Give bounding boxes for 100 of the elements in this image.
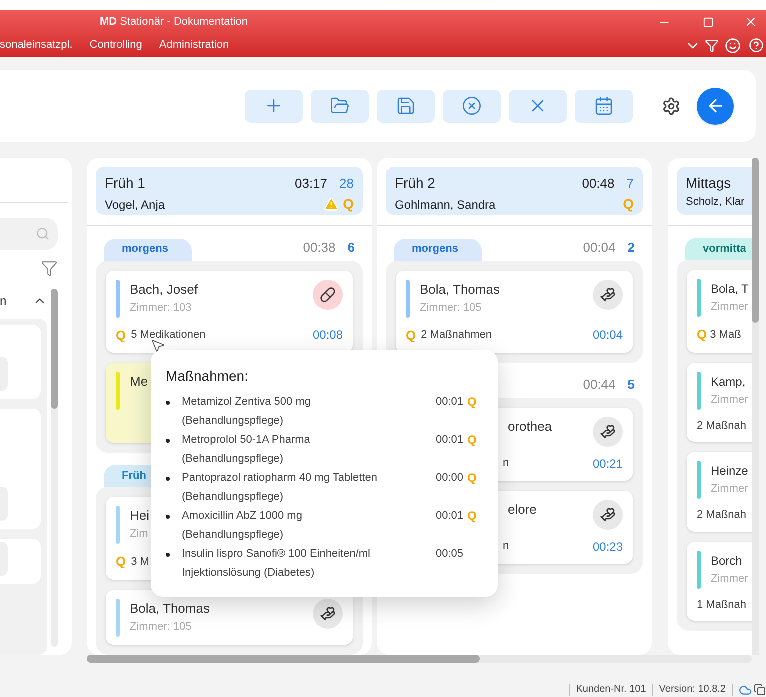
menu-item[interactable]: sonaleinsatzpl. xyxy=(0,37,73,54)
measure-time: 00:01 xyxy=(436,433,464,448)
patient-name: orothea xyxy=(508,418,552,436)
vertical-scrollbar[interactable] xyxy=(752,158,759,655)
patient-name: Bola, Thomas xyxy=(420,280,500,298)
patient-name: Bach, Josef xyxy=(130,280,198,298)
shift-title: Früh 1 xyxy=(105,174,146,193)
measure-text: Insulin lispro Sanofi® 100 Einheiten/ml Injektionslösung (Diabetes) xyxy=(182,547,372,581)
measure-summary: 2 Maßnahmen xyxy=(421,328,492,343)
measure-summary: n xyxy=(503,539,510,554)
patient-name: elore xyxy=(508,500,537,518)
q-label: Q xyxy=(468,432,477,449)
shift-title: Mittags xyxy=(686,174,732,193)
window-title: MD Stationär - Dokumentation xyxy=(100,14,249,30)
bullet-icon xyxy=(166,514,170,518)
measure-time: 00:01 xyxy=(436,395,464,410)
shift-header[interactable]: Früh 1 03:17 28 Vogel, Anja Q xyxy=(96,167,363,215)
group-time: 00:04 xyxy=(583,239,616,257)
pill-icon xyxy=(313,280,343,310)
room-label: Zimmer: 105 xyxy=(420,300,482,316)
q-label: Q xyxy=(116,326,126,344)
staff-name: Scholz, Klar xyxy=(686,195,746,210)
measure-text: Metroprolol 50-1A Pharma (Behandlungspflege) xyxy=(182,433,312,467)
shift-time: 03:17 xyxy=(294,174,328,193)
room-label: Zimmer xyxy=(711,482,748,497)
measure-time: 00:05 xyxy=(436,547,464,562)
bullet-icon xyxy=(166,438,170,442)
toolbar-button[interactable] xyxy=(311,90,369,122)
patient-card[interactable]: Kamp, Zimmer 2 Maßnah xyxy=(687,362,752,442)
folder-icon xyxy=(330,96,350,116)
menu-item[interactable]: Controlling xyxy=(90,37,142,54)
circle-x-icon xyxy=(462,96,482,116)
cloud-icon[interactable] xyxy=(739,684,752,696)
group-count: 6 xyxy=(348,239,355,257)
room-label: Zimmer xyxy=(711,572,748,586)
maximize-icon[interactable] xyxy=(703,16,714,28)
tooltip-title: Maßnahmen: xyxy=(166,367,250,386)
q-label: Q xyxy=(697,326,708,344)
staff-name: Gohlmann, Sandra xyxy=(395,196,497,214)
status-text: Version: 10.8.2 xyxy=(652,684,732,696)
toolbar-button[interactable] xyxy=(377,90,435,122)
calendar-icon xyxy=(594,96,614,116)
back-button[interactable] xyxy=(697,88,734,124)
save-icon xyxy=(396,96,416,116)
measure-summary: 2 Maßnah xyxy=(697,508,747,523)
shift-count: 28 xyxy=(340,174,354,193)
section-header[interactable]: n xyxy=(0,289,47,313)
menu-item[interactable]: Administration xyxy=(159,37,230,54)
room-label: Zimmer xyxy=(711,392,748,408)
shift-header[interactable]: Früh 2 00:48 7 Gohlmann, Sandra Q xyxy=(386,167,643,215)
q-label: Q xyxy=(623,195,634,214)
patient-name: Borch xyxy=(711,552,742,570)
patient-name: Bola, T xyxy=(711,281,749,298)
duration-label: 00:04 xyxy=(592,327,623,344)
search-icon xyxy=(36,227,50,241)
close-icon[interactable] xyxy=(744,15,758,29)
group-count: 5 xyxy=(628,376,635,394)
horizontal-scrollbar[interactable] xyxy=(87,655,752,663)
section-label: n xyxy=(0,293,7,310)
filter-icon[interactable] xyxy=(41,260,58,277)
shift-title: Früh 2 xyxy=(395,174,436,193)
scrollbar[interactable] xyxy=(51,289,58,647)
settings-icon[interactable] xyxy=(662,96,681,116)
patient-card[interactable]: Bola, Thomas Zimmer: 105 Q 2 Maßnahmen 00:04 xyxy=(396,270,633,353)
room-label: Zimmer: 103 xyxy=(130,300,192,316)
patient-name: Heinze xyxy=(711,463,748,480)
windows-icon[interactable] xyxy=(754,684,766,696)
group-tab[interactable]: morgens xyxy=(394,238,482,260)
measure-summary: 1 Maßnah xyxy=(697,598,747,612)
measure-summary: n xyxy=(503,456,510,472)
status-text: Kunden-Nr. 101 xyxy=(569,684,652,696)
patient-card[interactable]: Bach, Josef Zimmer: 103 Q 5 Medikationen 00:08 xyxy=(106,270,353,353)
measure-summary: 2 Maßnah xyxy=(697,418,747,434)
group-time: 00:38 xyxy=(303,239,336,257)
bullet-icon xyxy=(166,552,170,556)
bullet-icon xyxy=(166,476,170,480)
bullet-icon xyxy=(166,400,170,404)
patient-name: Kamp, xyxy=(711,374,746,390)
patient-card[interactable]: Heinze Zimmer 2 Maßnah xyxy=(687,452,752,532)
patient-card[interactable]: Bola, T Zimmer Q 3 Maß xyxy=(687,270,752,352)
group-tab[interactable]: morgens xyxy=(104,238,192,260)
duration-label: 00:23 xyxy=(592,538,623,556)
group-count: 2 xyxy=(628,239,635,257)
patient-card[interactable]: Borch Zimmer 1 Maßnah xyxy=(687,542,752,621)
group-tab[interactable]: vormitta xyxy=(685,238,752,260)
room-label: Zim xyxy=(130,527,148,542)
shift-header[interactable]: Mittags Scholz, Klar xyxy=(677,167,752,215)
search-field[interactable] xyxy=(0,218,58,250)
duration-label: 00:08 xyxy=(312,327,343,344)
group-time: 00:44 xyxy=(583,376,616,394)
room-label: Zimmer xyxy=(711,300,748,315)
staff-name: Vogel, Anja xyxy=(105,196,166,214)
smiley-icon[interactable] xyxy=(725,38,741,54)
measure-time: 00:01 xyxy=(436,509,464,524)
measure-summary: 5 Medikationen xyxy=(131,328,206,343)
toolbar-button[interactable] xyxy=(443,90,501,122)
help-icon[interactable] xyxy=(749,38,764,53)
shift-time: 00:48 xyxy=(582,174,615,193)
toolbar-button[interactable] xyxy=(575,90,633,122)
measure-summary: 3 M xyxy=(131,554,150,570)
